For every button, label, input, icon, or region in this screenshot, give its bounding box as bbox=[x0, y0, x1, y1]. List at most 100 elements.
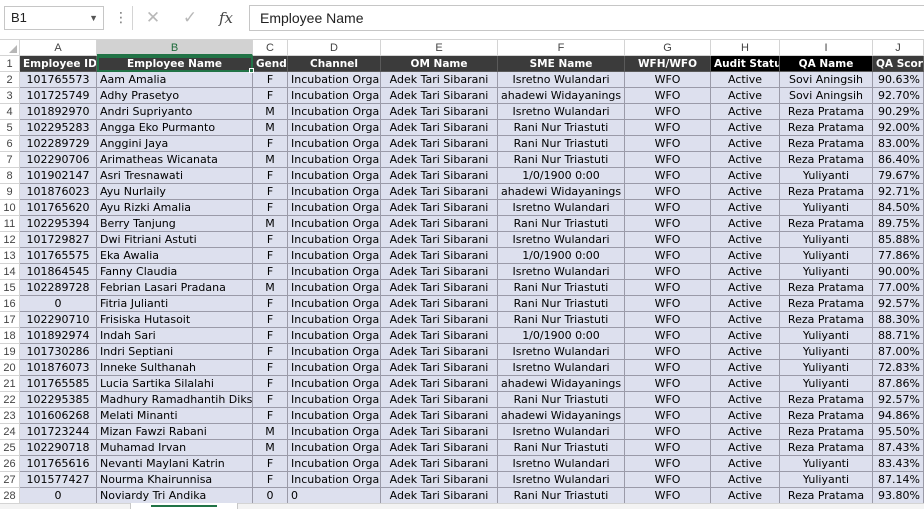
row-number[interactable]: 26 bbox=[0, 456, 20, 472]
cell-c[interactable]: F bbox=[253, 232, 288, 248]
cell-i[interactable]: Reza Pratama bbox=[780, 184, 873, 200]
cell-d[interactable]: Incubation Organic bbox=[288, 328, 381, 344]
cell-b[interactable]: Berry Tanjung bbox=[97, 216, 253, 232]
cell-h[interactable]: Active bbox=[711, 312, 780, 328]
cell-d[interactable]: Incubation Organic bbox=[288, 360, 381, 376]
cell-j[interactable]: 83.00% bbox=[873, 136, 924, 152]
row-number[interactable]: 9 bbox=[0, 184, 20, 200]
active-sheet-tab[interactable] bbox=[130, 503, 238, 509]
cell-e[interactable]: Adek Tari Sibarani bbox=[381, 152, 498, 168]
cell-c[interactable]: F bbox=[253, 184, 288, 200]
header-cell-j[interactable]: QA Score bbox=[873, 56, 924, 72]
cell-i[interactable]: Yuliyanti bbox=[780, 200, 873, 216]
cell-f[interactable]: Rani Nur Triastuti bbox=[498, 488, 625, 503]
cell-j[interactable]: 92.57% bbox=[873, 392, 924, 408]
cell-g[interactable]: WFO bbox=[625, 296, 711, 312]
cell-f[interactable]: Isretno Wulandari bbox=[498, 264, 625, 280]
row-number[interactable]: 11 bbox=[0, 216, 20, 232]
row-number[interactable]: 18 bbox=[0, 328, 20, 344]
chevron-down-icon[interactable]: ▼ bbox=[89, 7, 98, 29]
cell-i[interactable]: Reza Pratama bbox=[780, 408, 873, 424]
cell-f[interactable]: Rani Nur Triastuti bbox=[498, 392, 625, 408]
row-number[interactable]: 12 bbox=[0, 232, 20, 248]
cell-g[interactable]: WFO bbox=[625, 312, 711, 328]
cell-a[interactable]: 101765585 bbox=[20, 376, 97, 392]
cell-f[interactable]: Rani Nur Triastuti bbox=[498, 440, 625, 456]
cell-f[interactable]: Isretno Wulandari bbox=[498, 360, 625, 376]
cell-h[interactable]: Active bbox=[711, 248, 780, 264]
cell-h[interactable]: Active bbox=[711, 392, 780, 408]
cell-i[interactable]: Sovi Aningsih bbox=[780, 72, 873, 88]
cell-h[interactable]: Active bbox=[711, 472, 780, 488]
cell-j[interactable]: 92.00% bbox=[873, 120, 924, 136]
cell-c[interactable]: F bbox=[253, 88, 288, 104]
cell-f[interactable]: Isretno Wulandari bbox=[498, 104, 625, 120]
cell-e[interactable]: Adek Tari Sibarani bbox=[381, 264, 498, 280]
cell-c[interactable]: F bbox=[253, 472, 288, 488]
cell-e[interactable]: Adek Tari Sibarani bbox=[381, 280, 498, 296]
column-header-e[interactable]: E bbox=[381, 40, 498, 56]
row-number[interactable]: 28 bbox=[0, 488, 20, 503]
cell-b[interactable]: Adhy Prasetyo bbox=[97, 88, 253, 104]
cell-c[interactable]: F bbox=[253, 376, 288, 392]
cell-h[interactable]: Active bbox=[711, 120, 780, 136]
cell-d[interactable]: Incubation Organic bbox=[288, 456, 381, 472]
row-number[interactable]: 24 bbox=[0, 424, 20, 440]
cell-b[interactable]: Indah Sari bbox=[97, 328, 253, 344]
cell-h[interactable]: Active bbox=[711, 88, 780, 104]
cell-c[interactable]: F bbox=[253, 200, 288, 216]
cell-i[interactable]: Reza Pratama bbox=[780, 392, 873, 408]
column-header-a[interactable]: A bbox=[20, 40, 97, 56]
cell-j[interactable]: 94.86% bbox=[873, 408, 924, 424]
cell-f[interactable]: ahadewi Widayanings bbox=[498, 408, 625, 424]
header-cell-b[interactable]: Employee Name bbox=[97, 56, 253, 72]
cell-h[interactable]: Active bbox=[711, 280, 780, 296]
cell-g[interactable]: WFO bbox=[625, 152, 711, 168]
cell-f[interactable]: Rani Nur Triastuti bbox=[498, 136, 625, 152]
cell-c[interactable]: F bbox=[253, 312, 288, 328]
cell-j[interactable]: 89.75% bbox=[873, 216, 924, 232]
cell-d[interactable]: Incubation Organic bbox=[288, 392, 381, 408]
cell-c[interactable]: M bbox=[253, 152, 288, 168]
cell-h[interactable]: Active bbox=[711, 360, 780, 376]
cell-c[interactable]: F bbox=[253, 168, 288, 184]
formula-input[interactable]: Employee Name bbox=[249, 5, 924, 31]
cell-h[interactable]: Active bbox=[711, 456, 780, 472]
cell-e[interactable]: Adek Tari Sibarani bbox=[381, 88, 498, 104]
vertical-ellipsis-icon[interactable]: ⋮ bbox=[114, 6, 128, 30]
cell-d[interactable]: Incubation Organic bbox=[288, 440, 381, 456]
cell-j[interactable]: 93.80% bbox=[873, 488, 924, 503]
cell-a[interactable]: 102295283 bbox=[20, 120, 97, 136]
name-box[interactable]: B1 ▼ bbox=[4, 6, 104, 30]
header-cell-h[interactable]: Audit Status bbox=[711, 56, 780, 72]
cell-i[interactable]: Reza Pratama bbox=[780, 136, 873, 152]
row-number[interactable]: 25 bbox=[0, 440, 20, 456]
cell-g[interactable]: WFO bbox=[625, 392, 711, 408]
insert-function-button[interactable]: fx bbox=[213, 6, 239, 30]
cell-h[interactable]: Active bbox=[711, 168, 780, 184]
cell-h[interactable]: Active bbox=[711, 344, 780, 360]
cell-j[interactable]: 87.86% bbox=[873, 376, 924, 392]
cell-a[interactable]: 102295385 bbox=[20, 392, 97, 408]
cell-c[interactable]: F bbox=[253, 408, 288, 424]
column-header-d[interactable]: D bbox=[288, 40, 381, 56]
cell-d[interactable]: Incubation Organic bbox=[288, 152, 381, 168]
header-cell-d[interactable]: Channel bbox=[288, 56, 381, 72]
column-header-c[interactable]: C bbox=[253, 40, 288, 56]
cell-h[interactable]: Active bbox=[711, 152, 780, 168]
cell-g[interactable]: WFO bbox=[625, 376, 711, 392]
row-number[interactable]: 1 bbox=[0, 56, 20, 72]
cell-i[interactable]: Yuliyanti bbox=[780, 360, 873, 376]
header-cell-i[interactable]: QA Name bbox=[780, 56, 873, 72]
cell-j[interactable]: 87.14% bbox=[873, 472, 924, 488]
cell-c[interactable]: 0 bbox=[253, 488, 288, 503]
cell-j[interactable]: 79.67% bbox=[873, 168, 924, 184]
cell-i[interactable]: Reza Pratama bbox=[780, 312, 873, 328]
cell-h[interactable]: Active bbox=[711, 136, 780, 152]
cell-g[interactable]: WFO bbox=[625, 216, 711, 232]
cell-g[interactable]: WFO bbox=[625, 136, 711, 152]
cell-e[interactable]: Adek Tari Sibarani bbox=[381, 376, 498, 392]
cell-b[interactable]: Muhamad Irvan bbox=[97, 440, 253, 456]
column-header-b[interactable]: B bbox=[97, 40, 253, 56]
cell-d[interactable]: Incubation Organic bbox=[288, 312, 381, 328]
